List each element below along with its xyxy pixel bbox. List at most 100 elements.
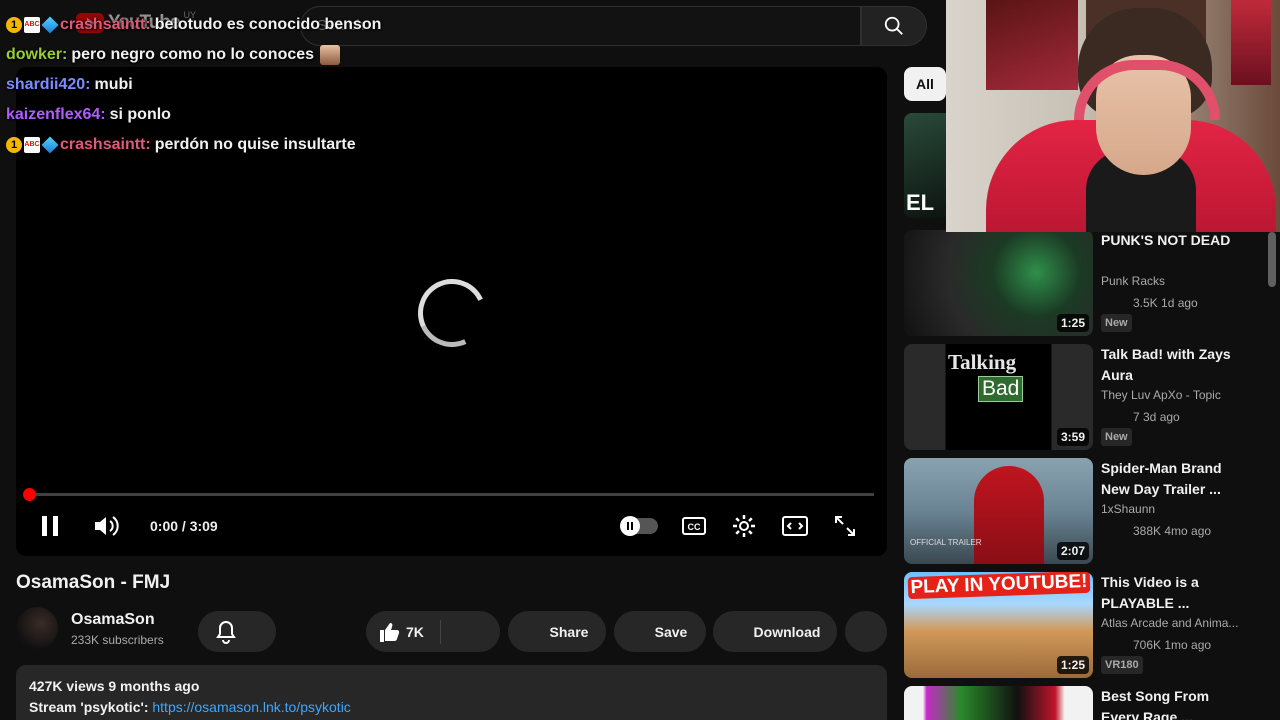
scrubber-handle[interactable]: [23, 488, 36, 501]
recommendation-channel[interactable]: They Luv ApXo - Topic: [1101, 388, 1276, 402]
chat-message: kaizenflex64: si ponlo: [6, 100, 381, 130]
recommendation-title[interactable]: Spider-Man Brand New Day Trailer ...: [1101, 458, 1251, 500]
chat-message: shardii420: mubi: [6, 70, 381, 100]
channel-name[interactable]: OsamaSon: [71, 611, 155, 629]
more-actions-button[interactable]: [845, 611, 887, 652]
captions-icon: CC: [682, 517, 706, 535]
thumbnail-text: EL: [906, 190, 935, 215]
like-dislike-group: 7K: [366, 611, 500, 652]
sub-badge-icon: 1: [6, 17, 22, 33]
share-button[interactable]: Share: [508, 611, 606, 652]
recommendation-title[interactable]: PUNK'S NOT DEAD: [1101, 230, 1251, 251]
download-label: Download: [753, 623, 821, 640]
wall-poster: [986, 0, 1078, 90]
loading-spinner-icon: [408, 269, 496, 357]
autoplay-track: [620, 516, 658, 536]
recommendation-thumbnail[interactable]: [904, 686, 1093, 720]
search-input[interactable]: Search: [300, 6, 861, 46]
fullscreen-button[interactable]: [832, 510, 858, 542]
chat-text: si ponlo: [109, 106, 171, 123]
theater-mode-button[interactable]: [780, 510, 810, 542]
like-count: 7K: [406, 623, 424, 640]
autoplay-toggle[interactable]: [620, 510, 660, 542]
notification-bell-button[interactable]: [198, 611, 276, 652]
vr180-badge: VR180: [1101, 656, 1143, 674]
theater-icon: [782, 516, 808, 536]
chat-username[interactable]: kaizenflex64: [6, 106, 100, 124]
svg-text:CC: CC: [688, 522, 701, 532]
bell-icon: [216, 620, 236, 644]
chat-message: 1 ABC crashsaintt: belotudo es conocido ben…: [6, 10, 381, 40]
search-icon: [884, 16, 903, 35]
recommendation-title[interactable]: Talk Bad! with Zays Aura: [1101, 344, 1251, 386]
sidebar-scrollbar[interactable]: [1268, 232, 1276, 287]
recommendation-item[interactable]: 1:25 PUNK'S NOT DEAD Punk Racks 3.5K 1d …: [904, 230, 1280, 336]
chat-username[interactable]: crashsaintt: [60, 16, 145, 34]
description-line: Stream 'psykotic': https://osamason.lnk.…: [29, 699, 874, 715]
thumbnail-title-talking: Talking: [948, 350, 1017, 374]
chat-text: mubi: [94, 76, 133, 93]
recommendation-channel[interactable]: Atlas Arcade and Anima...: [1101, 616, 1276, 630]
chat-username[interactable]: dowker: [6, 46, 62, 64]
recommendation-channel[interactable]: Punk Racks: [1101, 274, 1276, 288]
sub-badge-icon: 1: [6, 137, 22, 153]
captions-button[interactable]: CC: [680, 510, 708, 542]
save-label: Save: [654, 623, 688, 640]
share-label: Share: [549, 623, 589, 640]
recommendation-channel[interactable]: 1xShaunn: [1101, 502, 1276, 516]
duration-badge: 1:25: [1056, 656, 1089, 674]
recommendation-title[interactable]: This Video is a PLAYABLE ...: [1101, 572, 1251, 614]
channel-avatar[interactable]: [16, 607, 58, 649]
search-button[interactable]: [861, 6, 927, 46]
recommendation-item[interactable]: OFFICIAL TRAILER 2:07 Spider-Man Brand N…: [904, 458, 1280, 564]
time-display: 0:00 / 3:09: [150, 518, 218, 534]
recommendation-thumbnail[interactable]: OFFICIAL TRAILER 2:07: [904, 458, 1093, 564]
recommendation-meta: 7 3d ago: [1133, 410, 1180, 424]
recommendation-thumbnail[interactable]: PLAY IN YOUTUBE! 1:25: [904, 572, 1093, 678]
description-text: Stream 'psykotic':: [29, 699, 153, 715]
autoplay-pause-icon: [620, 516, 640, 536]
chat-colon: :: [145, 16, 151, 33]
recommendation-item[interactable]: Talking Bad 3:59 Talk Bad! with Zays Aur…: [904, 344, 1280, 450]
recommendation-title[interactable]: Best Song From Every Rage ...: [1101, 686, 1251, 720]
chat-colon: :: [62, 46, 68, 63]
settings-button[interactable]: [730, 510, 758, 542]
like-button[interactable]: 7K: [378, 621, 424, 643]
duration-badge: 3:59: [1056, 428, 1089, 446]
chat-username[interactable]: shardii420: [6, 76, 85, 94]
fullscreen-icon: [835, 516, 855, 536]
download-button[interactable]: Download: [713, 611, 837, 652]
chat-username[interactable]: crashsaintt: [60, 136, 145, 154]
abc-badge-icon: ABC: [24, 17, 40, 33]
recommendation-thumbnail[interactable]: Talking Bad 3:59: [904, 344, 1093, 450]
volume-button[interactable]: [90, 510, 122, 542]
chat-message: 1 ABC crashsaintt: perdón no quise insultar…: [6, 130, 381, 160]
recommendation-item[interactable]: Best Song From Every Rage ...: [904, 686, 1280, 720]
volume-icon: [95, 516, 119, 536]
thumbnail-title-bad: Bad: [978, 376, 1024, 402]
progress-bar[interactable]: [23, 488, 874, 501]
abc-badge-icon: ABC: [24, 137, 40, 153]
description-link[interactable]: https://osamason.lnk.to/psykotic: [152, 699, 350, 715]
dislike-button[interactable]: [441, 612, 497, 652]
filter-chip-all[interactable]: All: [904, 67, 946, 101]
video-title: OsamaSon - FMJ: [16, 572, 171, 593]
save-button[interactable]: Save: [614, 611, 706, 652]
thumbnail-headline: PLAY IN YOUTUBE!: [907, 572, 1091, 600]
pause-button[interactable]: [36, 510, 64, 542]
pause-icon: [42, 516, 58, 536]
recommendation-thumbnail[interactable]: 1:25: [904, 230, 1093, 336]
recommendation-meta: 388K 4mo ago: [1133, 524, 1212, 538]
duration-badge: 1:25: [1056, 314, 1089, 332]
thumbnail-figure: [974, 466, 1044, 564]
recommendation-thumbnail[interactable]: EL: [904, 113, 948, 218]
chat-text: perdón no quise insultarte: [154, 136, 356, 153]
cube-badge-icon: [41, 136, 59, 154]
wall-poster: [1231, 0, 1271, 85]
chat-text: belotudo es conocido benson: [154, 16, 382, 33]
recommendation-item[interactable]: PLAY IN YOUTUBE! 1:25 This Video is a PL…: [904, 572, 1280, 678]
description-box[interactable]: 427K views 9 months ago Stream 'psykotic…: [16, 665, 887, 720]
views-and-date: 427K views 9 months ago: [29, 678, 200, 694]
streamer-webcam: [946, 0, 1280, 232]
recommendation-meta: 3.5K 1d ago: [1133, 296, 1198, 310]
